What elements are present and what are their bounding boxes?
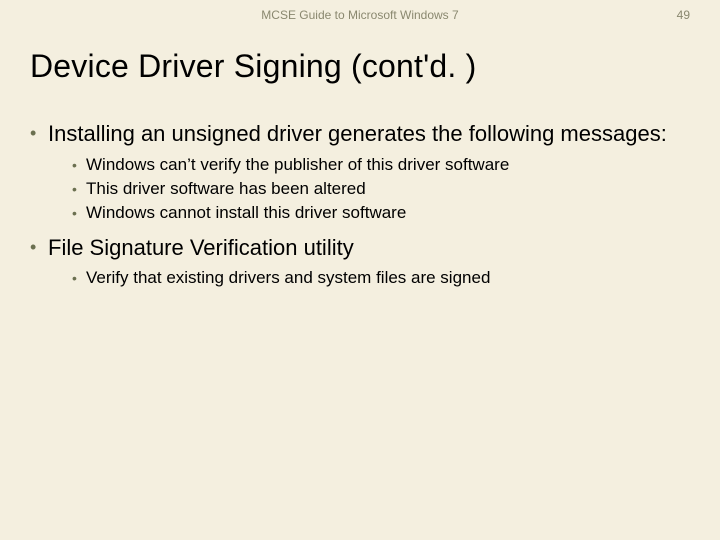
bullet-dot-icon: •	[72, 154, 86, 176]
bullet-text: Windows cannot install this driver softw…	[86, 202, 690, 224]
bullet-dot-icon: •	[72, 267, 86, 289]
bullet-level1: • File Signature Verification utility	[30, 234, 690, 262]
bullet-dot-icon: •	[30, 234, 48, 262]
header-source: MCSE Guide to Microsoft Windows 7	[261, 8, 458, 22]
bullet-dot-icon: •	[30, 120, 48, 148]
slide-header: MCSE Guide to Microsoft Windows 7 49	[0, 8, 720, 28]
bullet-text: File Signature Verification utility	[48, 234, 690, 262]
slide-body: • Installing an unsigned driver generate…	[30, 120, 690, 299]
sub-bullet-group: • Windows can’t verify the publisher of …	[72, 154, 690, 224]
bullet-text: Windows can’t verify the publisher of th…	[86, 154, 690, 176]
bullet-text: Verify that existing drivers and system …	[86, 267, 690, 289]
bullet-level2: • Verify that existing drivers and syste…	[72, 267, 690, 289]
bullet-level2: • This driver software has been altered	[72, 178, 690, 200]
bullet-text: This driver software has been altered	[86, 178, 690, 200]
bullet-dot-icon: •	[72, 202, 86, 224]
bullet-dot-icon: •	[72, 178, 86, 200]
sub-bullet-group: • Verify that existing drivers and syste…	[72, 267, 690, 289]
bullet-text: Installing an unsigned driver generates …	[48, 120, 690, 148]
bullet-level2: • Windows cannot install this driver sof…	[72, 202, 690, 224]
bullet-level2: • Windows can’t verify the publisher of …	[72, 154, 690, 176]
header-page-number: 49	[677, 8, 690, 22]
slide: MCSE Guide to Microsoft Windows 7 49 Dev…	[0, 0, 720, 540]
bullet-level1: • Installing an unsigned driver generate…	[30, 120, 690, 148]
slide-title: Device Driver Signing (cont'd. )	[30, 48, 476, 85]
